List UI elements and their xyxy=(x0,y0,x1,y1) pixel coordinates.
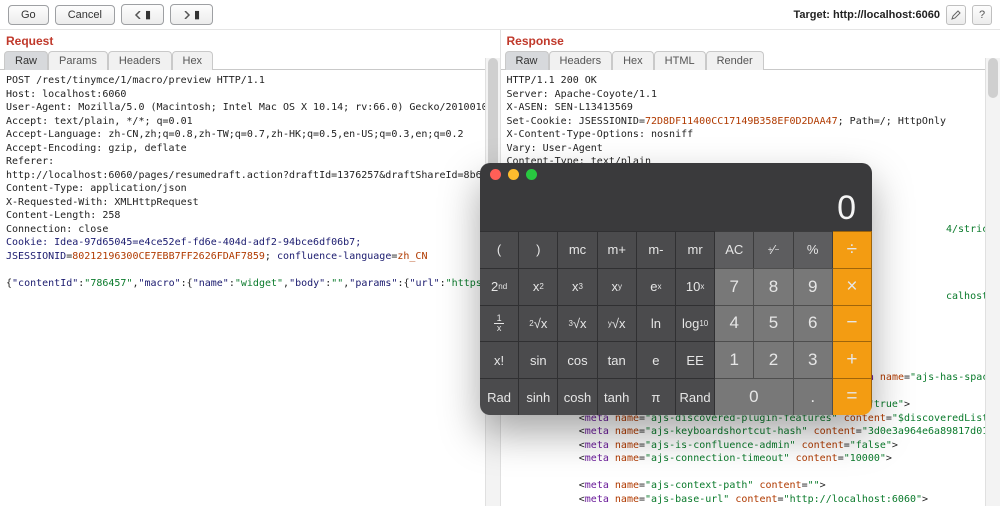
prev-stop-icon: ▮ xyxy=(145,8,151,21)
traffic-light-maximize[interactable] xyxy=(526,169,537,180)
calc-key-m[interactable]: m+ xyxy=(598,231,637,268)
calc-key-[interactable]: = xyxy=(833,378,872,415)
calc-key-e[interactable]: e xyxy=(637,341,676,378)
response-tabs: Raw Headers Hex HTML Render xyxy=(501,50,1000,70)
calc-key-[interactable]: + xyxy=(833,341,872,378)
calc-key-6[interactable]: 6 xyxy=(794,305,833,342)
request-tab-params[interactable]: Params xyxy=(48,51,108,70)
calculator-titlebar[interactable] xyxy=(480,163,872,185)
response-tab-html[interactable]: HTML xyxy=(654,51,706,70)
calc-key-[interactable]: × xyxy=(833,268,872,305)
response-scrollbar[interactable] xyxy=(985,58,1000,506)
top-toolbar: Go Cancel ▮ ▮ Target: http://localhost:6… xyxy=(0,0,1000,30)
calc-key-2[interactable]: 2nd xyxy=(480,268,519,305)
calc-key-tan[interactable]: tan xyxy=(598,341,637,378)
calc-key-[interactable]: 1x xyxy=(480,305,519,342)
request-title: Request xyxy=(0,30,500,50)
calc-key-log[interactable]: log10 xyxy=(676,305,715,342)
calc-key-4[interactable]: 4 xyxy=(715,305,754,342)
traffic-light-minimize[interactable] xyxy=(508,169,519,180)
calc-key-10[interactable]: 10x xyxy=(676,268,715,305)
calc-key-8[interactable]: 8 xyxy=(754,268,793,305)
go-button[interactable]: Go xyxy=(8,5,49,25)
calc-key-x[interactable]: x2 xyxy=(519,268,558,305)
calc-key-x[interactable]: 3√x xyxy=(558,305,597,342)
calc-key-ac[interactable]: AC xyxy=(715,231,754,268)
calc-key-sinh[interactable]: sinh xyxy=(519,378,558,415)
calc-key-[interactable]: − xyxy=(833,305,872,342)
calculator-keypad: ()mcm+m-mrAC+∕−%÷ 2ndx2x3xyex10x789× 1x2√x… xyxy=(480,231,872,415)
calc-key-[interactable]: ÷ xyxy=(833,231,872,268)
traffic-light-close[interactable] xyxy=(490,169,501,180)
calculator-window[interactable]: 0 ()mcm+m-mrAC+∕−%÷2ndx2x3xyex10x789×1x2… xyxy=(480,163,872,415)
calc-key-3[interactable]: 3 xyxy=(794,341,833,378)
next-button[interactable]: ▮ xyxy=(170,4,213,25)
next-stop-icon: ▮ xyxy=(194,8,200,21)
calc-key-[interactable]: π xyxy=(637,378,676,415)
response-title: Response xyxy=(501,30,1000,50)
request-raw-view[interactable]: POST /rest/tinymce/1/macro/preview HTTP/… xyxy=(0,70,500,506)
calc-key-x[interactable]: 2√x xyxy=(519,305,558,342)
calc-key-7[interactable]: 7 xyxy=(715,268,754,305)
response-tab-headers[interactable]: Headers xyxy=(549,51,613,70)
edit-target-icon[interactable] xyxy=(946,5,966,25)
calc-key-[interactable]: ( xyxy=(480,231,519,268)
calc-key-cosh[interactable]: cosh xyxy=(558,378,597,415)
request-tab-hex[interactable]: Hex xyxy=(172,51,214,70)
calc-key-[interactable]: ) xyxy=(519,231,558,268)
cancel-button[interactable]: Cancel xyxy=(55,5,115,25)
help-icon[interactable]: ? xyxy=(972,5,992,25)
response-tab-hex[interactable]: Hex xyxy=(612,51,654,70)
calc-key-e[interactable]: ex xyxy=(637,268,676,305)
request-tab-headers[interactable]: Headers xyxy=(108,51,172,70)
calc-key-x[interactable]: x! xyxy=(480,341,519,378)
target-label: Target: http://localhost:6060 xyxy=(794,9,941,21)
request-pane: Request Raw Params Headers Hex POST /res… xyxy=(0,30,501,506)
calc-key-[interactable]: . xyxy=(794,378,833,415)
calc-key-0[interactable]: 0 xyxy=(715,378,793,415)
chevron-right-icon xyxy=(183,11,191,19)
calc-key-cos[interactable]: cos xyxy=(558,341,597,378)
calc-key-mr[interactable]: mr xyxy=(676,231,715,268)
calc-key-mc[interactable]: mc xyxy=(558,231,597,268)
calc-key-[interactable]: +∕− xyxy=(754,231,793,268)
calc-key-rand[interactable]: Rand xyxy=(676,378,715,415)
request-tabs: Raw Params Headers Hex xyxy=(0,50,500,70)
response-tab-raw[interactable]: Raw xyxy=(505,51,549,70)
response-tab-render[interactable]: Render xyxy=(706,51,764,70)
calc-key-x[interactable]: y√x xyxy=(598,305,637,342)
calc-key-2[interactable]: 2 xyxy=(754,341,793,378)
calc-key-x[interactable]: xy xyxy=(598,268,637,305)
calc-key-ee[interactable]: EE xyxy=(676,341,715,378)
calc-key-tanh[interactable]: tanh xyxy=(598,378,637,415)
prev-button[interactable]: ▮ xyxy=(121,4,164,25)
calc-key-m[interactable]: m- xyxy=(637,231,676,268)
calc-key-1[interactable]: 1 xyxy=(715,341,754,378)
calc-key-x[interactable]: x3 xyxy=(558,268,597,305)
calc-key-ln[interactable]: ln xyxy=(637,305,676,342)
calc-key-5[interactable]: 5 xyxy=(754,305,793,342)
request-tab-raw[interactable]: Raw xyxy=(4,51,48,70)
chevron-left-icon xyxy=(134,11,142,19)
calculator-display: 0 xyxy=(480,185,872,231)
calc-key-9[interactable]: 9 xyxy=(794,268,833,305)
calc-key-[interactable]: % xyxy=(794,231,833,268)
calc-key-rad[interactable]: Rad xyxy=(480,378,519,415)
calc-key-sin[interactable]: sin xyxy=(519,341,558,378)
